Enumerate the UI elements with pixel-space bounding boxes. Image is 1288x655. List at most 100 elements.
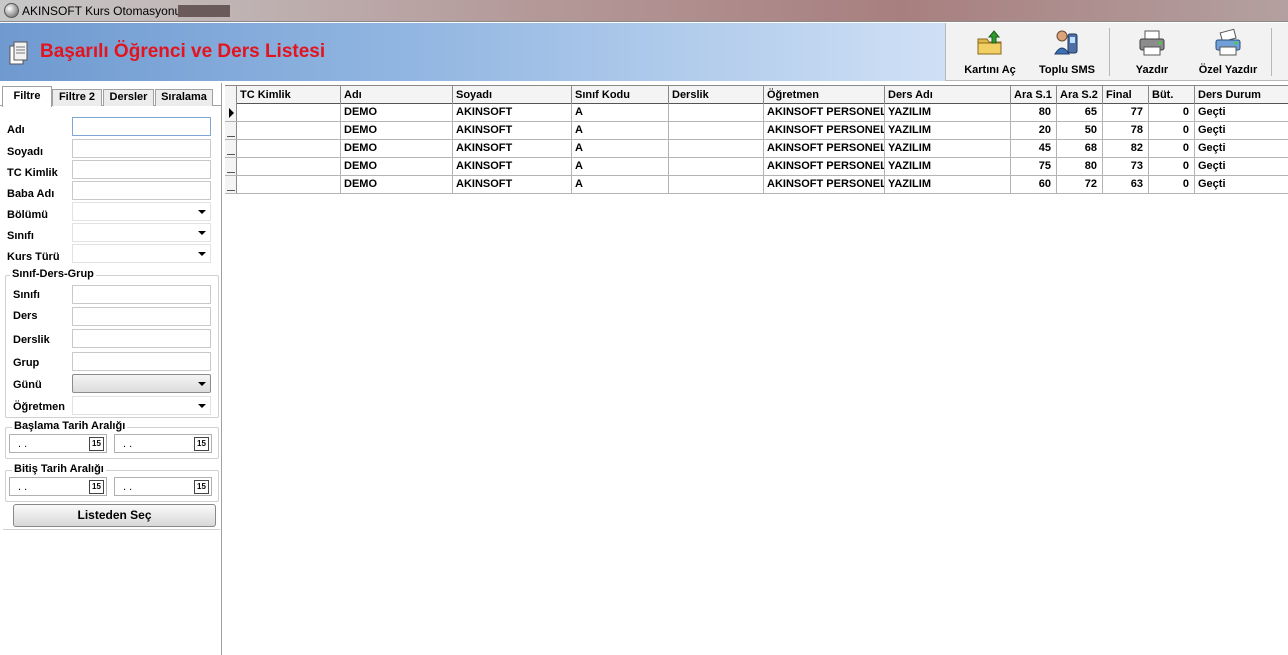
cell-final[interactable]: 78 (1103, 122, 1149, 139)
cell-final[interactable]: 77 (1103, 104, 1149, 121)
tab-filtre[interactable]: Filtre (2, 86, 52, 107)
calendar-icon[interactable]: 15 (89, 437, 104, 451)
group-class-input[interactable] (72, 285, 211, 304)
cell-derslik[interactable] (669, 158, 764, 175)
cell-derslik[interactable] (669, 104, 764, 121)
course-input[interactable] (72, 307, 211, 326)
cell-tc-kimlik[interactable] (237, 176, 341, 193)
cell-tc-kimlik[interactable] (237, 122, 341, 139)
cell-soyadi[interactable]: AKINSOFT (453, 122, 572, 139)
calendar-icon[interactable]: 15 (194, 437, 209, 451)
cell-sinif-kodu[interactable]: A (572, 140, 669, 157)
cell-ara-s2[interactable]: 65 (1057, 104, 1103, 121)
cell-ara-s1[interactable]: 80 (1011, 104, 1057, 121)
cell-ogretmen[interactable]: AKINSOFT PERSONEL (764, 158, 885, 175)
class-select[interactable] (72, 223, 211, 242)
cell-ders-durum[interactable]: Geçti (1195, 122, 1288, 139)
cell-soyadi[interactable]: AKINSOFT (453, 104, 572, 121)
cell-ogretmen[interactable]: AKINSOFT PERSONEL (764, 140, 885, 157)
cell-ders-durum[interactable]: Geçti (1195, 104, 1288, 121)
col-final[interactable]: Final (1103, 86, 1149, 104)
cell-ara-s1[interactable]: 60 (1011, 176, 1057, 193)
cell-final[interactable]: 82 (1103, 140, 1149, 157)
cell-ara-s1[interactable]: 20 (1011, 122, 1057, 139)
cell-tc-kimlik[interactable] (237, 104, 341, 121)
cell-ders-durum[interactable]: Geçti (1195, 140, 1288, 157)
table-row[interactable]: DEMO AKINSOFT A AKINSOFT PERSONEL YAZILIM 20 5… (225, 122, 1288, 140)
cell-but[interactable]: 0 (1149, 104, 1195, 121)
end-date-to[interactable]: . . 15 (114, 477, 212, 496)
col-tc-kimlik[interactable]: TC Kimlik (237, 86, 341, 104)
cell-ara-s1[interactable]: 45 (1011, 140, 1057, 157)
row-indicator[interactable] (225, 176, 237, 193)
group-input[interactable] (72, 352, 211, 371)
col-ders-durum[interactable]: Ders Durum (1195, 86, 1288, 104)
cell-tc-kimlik[interactable] (237, 158, 341, 175)
end-date-from[interactable]: . . 15 (9, 477, 107, 496)
row-indicator[interactable] (225, 158, 237, 175)
row-indicator[interactable] (225, 122, 237, 139)
cell-but[interactable]: 0 (1149, 122, 1195, 139)
surname-input[interactable] (72, 139, 211, 158)
start-date-to[interactable]: . . 15 (114, 434, 212, 453)
pick-from-list-button[interactable]: Listeden Seç (13, 504, 216, 527)
cell-but[interactable]: 0 (1149, 140, 1195, 157)
cell-final[interactable]: 73 (1103, 158, 1149, 175)
col-ogretmen[interactable]: Öğretmen (764, 86, 885, 104)
window-title-bar[interactable]: AKINSOFT Kurs Otomasyonu s (0, 0, 1288, 22)
cell-ders-adi[interactable]: YAZILIM (885, 158, 1011, 175)
print-button[interactable]: Yazdır (1122, 26, 1182, 78)
cell-ara-s2[interactable]: 72 (1057, 176, 1103, 193)
col-adi[interactable]: Adı (341, 86, 453, 104)
table-row[interactable]: DEMO AKINSOFT A AKINSOFT PERSONEL YAZILIM 45 6… (225, 140, 1288, 158)
cell-ogretmen[interactable]: AKINSOFT PERSONEL (764, 122, 885, 139)
cell-ders-adi[interactable]: YAZILIM (885, 140, 1011, 157)
cell-soyadi[interactable]: AKINSOFT (453, 140, 572, 157)
cell-soyadi[interactable]: AKINSOFT (453, 158, 572, 175)
start-date-from[interactable]: . . 15 (9, 434, 107, 453)
cell-ogretmen[interactable]: AKINSOFT PERSONEL (764, 176, 885, 193)
bulk-sms-button[interactable]: Toplu SMS (1032, 26, 1102, 78)
col-but[interactable]: Büt. (1149, 86, 1195, 104)
cell-ders-adi[interactable]: YAZILIM (885, 122, 1011, 139)
col-soyadi[interactable]: Soyadı (453, 86, 572, 104)
teacher-select[interactable] (72, 396, 211, 415)
cell-adi[interactable]: DEMO (341, 158, 453, 175)
father-name-input[interactable] (72, 181, 211, 200)
cell-tc-kimlik[interactable] (237, 140, 341, 157)
custom-print-button[interactable]: Özel Yazdır (1192, 26, 1264, 78)
day-select[interactable] (72, 374, 211, 393)
cell-ders-adi[interactable]: YAZILIM (885, 104, 1011, 121)
cell-ara-s2[interactable]: 50 (1057, 122, 1103, 139)
col-ara-s1[interactable]: Ara S.1 (1011, 86, 1057, 104)
department-select[interactable] (72, 202, 211, 221)
classroom-input[interactable] (72, 329, 211, 348)
cell-sinif-kodu[interactable]: A (572, 158, 669, 175)
open-card-button[interactable]: Kartını Aç (958, 26, 1022, 78)
cell-derslik[interactable] (669, 122, 764, 139)
cell-derslik[interactable] (669, 176, 764, 193)
cell-ara-s2[interactable]: 80 (1057, 158, 1103, 175)
table-row[interactable]: DEMO AKINSOFT A AKINSOFT PERSONEL YAZILIM 80 6… (225, 104, 1288, 122)
calendar-icon[interactable]: 15 (194, 480, 209, 494)
cell-derslik[interactable] (669, 140, 764, 157)
cell-adi[interactable]: DEMO (341, 176, 453, 193)
cell-ara-s2[interactable]: 68 (1057, 140, 1103, 157)
cell-but[interactable]: 0 (1149, 158, 1195, 175)
tc-input[interactable] (72, 160, 211, 179)
cell-sinif-kodu[interactable]: A (572, 104, 669, 121)
cell-final[interactable]: 63 (1103, 176, 1149, 193)
cell-adi[interactable]: DEMO (341, 104, 453, 121)
cell-adi[interactable]: DEMO (341, 140, 453, 157)
cell-adi[interactable]: DEMO (341, 122, 453, 139)
tab-filtre-2[interactable]: Filtre 2 (52, 89, 102, 106)
cell-ogretmen[interactable]: AKINSOFT PERSONEL (764, 104, 885, 121)
cell-sinif-kodu[interactable]: A (572, 176, 669, 193)
course-type-select[interactable] (72, 244, 211, 263)
cell-ders-adi[interactable]: YAZILIM (885, 176, 1011, 193)
tab-siralama[interactable]: Sıralama (155, 89, 213, 106)
cell-ders-durum[interactable]: Geçti (1195, 158, 1288, 175)
row-indicator[interactable] (225, 104, 237, 121)
calendar-icon[interactable]: 15 (89, 480, 104, 494)
cell-but[interactable]: 0 (1149, 176, 1195, 193)
